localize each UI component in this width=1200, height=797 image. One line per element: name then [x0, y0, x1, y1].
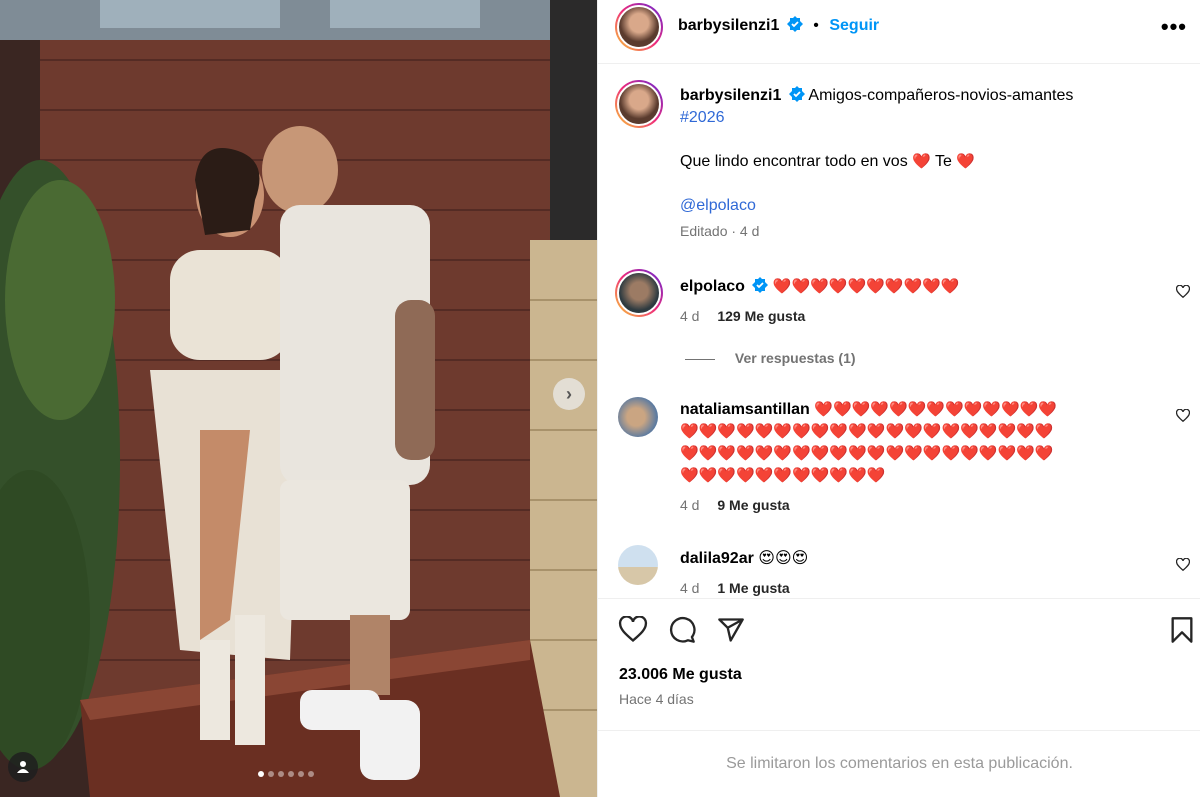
- actions-divider: [598, 598, 1200, 599]
- commenter-avatar[interactable]: [618, 397, 658, 437]
- view-replies-button[interactable]: Ver respuestas (1): [685, 350, 856, 366]
- likes-count[interactable]: 23.006 Me gusta: [619, 666, 742, 684]
- caption-author-avatar[interactable]: [615, 80, 663, 128]
- carousel-dot: [268, 771, 274, 777]
- carousel-dot: [288, 771, 294, 777]
- view-replies-label: Ver respuestas (1): [734, 350, 856, 366]
- caption-text-te: Te: [935, 153, 952, 170]
- comment-text: 😍😍😍: [758, 550, 809, 567]
- heart-emoji: ❤️: [956, 153, 976, 170]
- carousel-next-button[interactable]: ›: [553, 378, 585, 410]
- heart-icon[interactable]: [1176, 409, 1190, 423]
- verified-icon: [752, 277, 769, 293]
- comment-likes[interactable]: 9 Me gusta: [717, 497, 789, 513]
- comment-age: 4 d: [680, 580, 700, 596]
- comment-text: ❤️❤️❤️❤️❤️❤️❤️❤️❤️❤️❤️: [680, 467, 886, 484]
- chevron-right-icon: ›: [566, 383, 572, 404]
- user-tag-icon: [17, 761, 29, 773]
- hashtag-link[interactable]: #2026: [680, 109, 725, 126]
- comment-text: ❤️❤️❤️❤️❤️❤️❤️❤️❤️❤️❤️❤️❤️❤️❤️❤️❤️❤️❤️❤️: [680, 445, 1054, 462]
- carousel-dot: [308, 771, 314, 777]
- share-icon[interactable]: [717, 616, 745, 644]
- comment-likes[interactable]: 1 Me gusta: [717, 580, 789, 596]
- comment: elpolaco ❤️❤️❤️❤️❤️❤️❤️❤️❤️❤️ 4 d 129 Me…: [680, 276, 1160, 324]
- separator-dot: •: [813, 17, 819, 34]
- post-side-panel: barbysilenzi1 • Seguir ••• barbysilenzi1…: [597, 0, 1200, 797]
- follow-button[interactable]: Seguir: [829, 17, 879, 34]
- carousel-dots: [258, 771, 314, 777]
- post-caption: barbysilenzi1 Amigos-compañeros-novios-a…: [680, 85, 1180, 239]
- comment-text: ❤️❤️❤️❤️❤️❤️❤️❤️❤️❤️❤️❤️❤️❤️❤️❤️❤️❤️❤️❤️: [680, 423, 1054, 440]
- commenter-avatar[interactable]: [615, 269, 663, 317]
- heart-emoji: ❤️: [912, 153, 931, 170]
- edited-label: Editado · 4 d: [680, 223, 760, 239]
- verified-icon: [786, 16, 803, 32]
- comment-age: 4 d: [680, 497, 700, 513]
- comment-text: ❤️❤️❤️❤️❤️❤️❤️❤️❤️❤️: [772, 278, 960, 295]
- author-avatar[interactable]: [615, 3, 663, 51]
- like-heart-icon[interactable]: [618, 616, 648, 644]
- heart-icon[interactable]: [1176, 558, 1190, 572]
- comment-age: 4 d: [680, 308, 700, 324]
- footer-divider: [598, 730, 1200, 731]
- commenter-avatar[interactable]: [618, 545, 658, 585]
- carousel-dot: [298, 771, 304, 777]
- comments-limited-notice: Se limitaron los comentarios en esta pub…: [726, 755, 1073, 772]
- comment-icon[interactable]: [668, 616, 696, 644]
- author-username[interactable]: barbysilenzi1: [678, 17, 779, 34]
- more-options-icon[interactable]: •••: [1161, 14, 1187, 40]
- comment-username[interactable]: elpolaco: [680, 278, 745, 295]
- photo-image: [0, 0, 597, 797]
- replies-line: [685, 358, 715, 360]
- comment: dalila92ar 😍😍😍 4 d 1 Me gusta: [680, 548, 1160, 596]
- post-date: Hace 4 días: [619, 691, 694, 707]
- mention-link[interactable]: @elpolaco: [680, 197, 756, 214]
- tagged-users-button[interactable]: [8, 752, 38, 782]
- comment-username[interactable]: dalila92ar: [680, 550, 754, 567]
- heart-icon[interactable]: [1176, 285, 1190, 299]
- caption-username[interactable]: barbysilenzi1: [680, 87, 781, 104]
- comment-username[interactable]: nataliamsantillan: [680, 401, 810, 418]
- caption-text-line1: Amigos-compañeros-novios-amantes: [808, 87, 1074, 104]
- comment-text: ❤️❤️❤️❤️❤️❤️❤️❤️❤️❤️❤️❤️❤️: [814, 401, 1058, 418]
- comment-likes[interactable]: 129 Me gusta: [717, 308, 805, 324]
- bookmark-icon[interactable]: [1170, 616, 1194, 644]
- comment: nataliamsantillan ❤️❤️❤️❤️❤️❤️❤️❤️❤️❤️❤️…: [680, 399, 1160, 513]
- post-photo[interactable]: ›: [0, 0, 597, 797]
- carousel-dot: [258, 771, 264, 777]
- caption-text-line2: Que lindo encontrar todo en vos: [680, 153, 908, 170]
- verified-icon: [788, 86, 805, 102]
- post-header: barbysilenzi1 • Seguir •••: [598, 0, 1200, 64]
- carousel-dot: [278, 771, 284, 777]
